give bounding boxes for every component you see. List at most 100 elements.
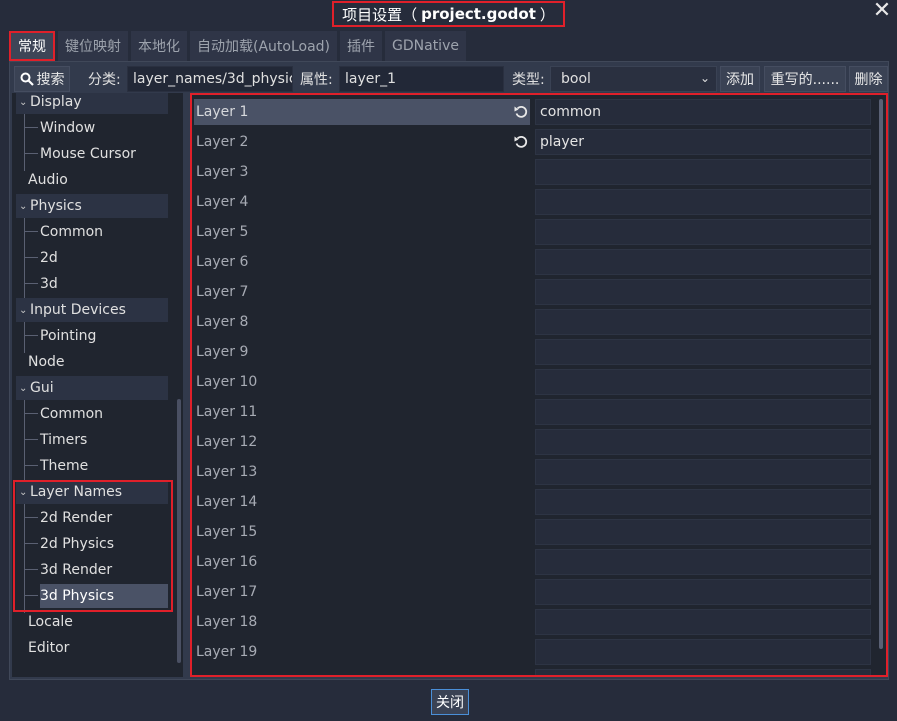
property-value-input[interactable] <box>535 639 871 665</box>
chevron-down-icon: ⌄ <box>699 71 710 85</box>
property-name: Layer 5 <box>196 224 249 240</box>
tree-item-audio[interactable]: Audio <box>28 168 68 192</box>
property-value-input[interactable]: common <box>535 99 871 125</box>
tree-scrollbar[interactable] <box>177 399 181 663</box>
tree-item-pointing[interactable]: Pointing <box>40 324 96 348</box>
property-row[interactable]: Layer 9 <box>194 339 874 365</box>
property-row[interactable]: Layer 3 <box>194 159 874 185</box>
tree-connector <box>24 109 25 171</box>
tree-item-3d-render[interactable]: 3d Render <box>40 558 112 582</box>
property-value-input[interactable] <box>535 309 871 335</box>
property-value-input[interactable] <box>535 279 871 305</box>
close-icon[interactable]: ✕ <box>871 0 893 23</box>
property-value-input[interactable] <box>535 549 871 575</box>
category-input[interactable]: layer_names/3d_physic <box>127 66 293 92</box>
property-value-input[interactable] <box>535 219 871 245</box>
property-row[interactable]: Layer 8 <box>194 309 874 335</box>
tree-item-layer-names[interactable]: ⌄ Layer Names <box>16 480 168 504</box>
property-value-input[interactable] <box>535 609 871 635</box>
property-name: Layer 13 <box>196 464 258 480</box>
property-value-input[interactable] <box>535 369 871 395</box>
tree-item-node[interactable]: Node <box>28 350 65 374</box>
tree-item-label: Gui <box>30 380 54 396</box>
tree-item-gui[interactable]: ⌄ Gui <box>16 376 168 400</box>
property-value-input[interactable] <box>535 579 871 605</box>
property-row[interactable]: Layer 7 <box>194 279 874 305</box>
tree-connector <box>24 439 38 440</box>
tree-item-editor[interactable]: Editor <box>28 636 69 660</box>
property-row[interactable]: Layer 12 <box>194 429 874 455</box>
search-button-label: 搜索 <box>36 72 65 88</box>
property-row[interactable]: Layer 15 <box>194 519 874 545</box>
chevron-down-icon: ⌄ <box>19 486 28 498</box>
property-row[interactable]: Layer 19 <box>194 639 874 665</box>
property-value-input[interactable]: player <box>535 129 871 155</box>
title-suffix: ） <box>539 5 555 24</box>
property-input[interactable]: layer_1 <box>339 66 504 92</box>
tree-item-physics-2d[interactable]: 2d <box>40 246 58 270</box>
revert-icon[interactable] <box>513 104 529 120</box>
delete-button[interactable]: 删除 <box>849 66 888 92</box>
add-button[interactable]: 添加 <box>720 66 760 92</box>
property-row[interactable]: Layer 18 <box>194 609 874 635</box>
property-value-input[interactable] <box>535 189 871 215</box>
property-value-input[interactable] <box>535 429 871 455</box>
property-row[interactable]: Layer 14 <box>194 489 874 515</box>
tab-autoload[interactable]: 自动加载(AutoLoad) <box>190 31 338 61</box>
property-name: Layer 1 <box>194 99 530 125</box>
search-button[interactable]: 搜索 <box>14 66 70 92</box>
property-value-input[interactable] <box>535 249 871 275</box>
tab-localization[interactable]: 本地化 <box>131 31 187 61</box>
property-value-input[interactable] <box>535 519 871 545</box>
tab-general[interactable]: 常规 <box>9 31 55 61</box>
property-value-input[interactable] <box>535 459 871 485</box>
tree-item-physics-common[interactable]: Common <box>40 220 103 244</box>
tree-item-locale[interactable]: Locale <box>28 610 73 634</box>
tree-item-physics[interactable]: ⌄ Physics <box>16 194 168 218</box>
property-row[interactable]: Layer 17 <box>194 579 874 605</box>
tree-item-theme[interactable]: Theme <box>40 454 88 478</box>
property-row[interactable]: Layer 10 <box>194 369 874 395</box>
tree-item-mouse-cursor[interactable]: Mouse Cursor <box>40 142 136 166</box>
property-name: Layer 10 <box>196 374 258 390</box>
property-row[interactable]: Layer 2 player <box>194 129 874 155</box>
tree-item-display[interactable]: ⌄ Display <box>16 93 168 114</box>
property-value-input[interactable] <box>535 159 871 185</box>
property-scrollbar[interactable] <box>879 99 883 649</box>
property-name: Layer 6 <box>196 254 249 270</box>
close-button[interactable]: 关闭 <box>431 689 469 715</box>
property-name: Layer 2 <box>196 134 249 150</box>
title-prefix: 项目设置（ <box>342 5 418 24</box>
override-button[interactable]: 重写的...... <box>764 66 846 92</box>
tab-input-map[interactable]: 键位映射 <box>58 31 128 61</box>
type-select[interactable]: bool ⌄ <box>550 66 717 92</box>
property-row[interactable]: Layer 11 <box>194 399 874 425</box>
property-value-input[interactable] <box>535 669 871 675</box>
property-row[interactable]: Layer 1 common <box>194 99 874 125</box>
tree-item-physics-3d[interactable]: 3d <box>40 272 58 296</box>
tree-item-gui-common[interactable]: Common <box>40 402 103 426</box>
property-list: Layer 1 common Layer 2 player Layer 3 La… <box>190 93 888 677</box>
property-row[interactable]: Layer 5 <box>194 219 874 245</box>
toolbar: 搜索 分类: layer_names/3d_physic 属性: layer_1… <box>14 64 888 94</box>
property-value-input[interactable] <box>535 339 871 365</box>
property-row[interactable]: Layer 13 <box>194 459 874 485</box>
tree-item-window[interactable]: Window <box>40 116 95 140</box>
settings-panel: 搜索 分类: layer_names/3d_physic 属性: layer_1… <box>9 61 889 680</box>
property-value-input[interactable] <box>535 489 871 515</box>
property-value-input[interactable] <box>535 399 871 425</box>
tree-item-timers[interactable]: Timers <box>40 428 87 452</box>
property-row[interactable]: Layer 4 <box>194 189 874 215</box>
property-row[interactable]: Layer 6 <box>194 249 874 275</box>
tab-gdnative[interactable]: GDNative <box>385 31 466 61</box>
tab-plugins[interactable]: 插件 <box>340 31 383 61</box>
tree-item-2d-physics[interactable]: 2d Physics <box>40 532 114 556</box>
revert-icon[interactable] <box>513 134 529 150</box>
tree-item-3d-physics[interactable]: 3d Physics <box>40 584 168 608</box>
tree-item-input-devices[interactable]: ⌄ Input Devices <box>16 298 168 322</box>
tree-connector <box>24 127 38 128</box>
tree-item-2d-render[interactable]: 2d Render <box>40 506 112 530</box>
property-row[interactable]: Layer 16 <box>194 549 874 575</box>
property-row[interactable] <box>194 669 874 675</box>
tree-connector <box>24 413 38 414</box>
